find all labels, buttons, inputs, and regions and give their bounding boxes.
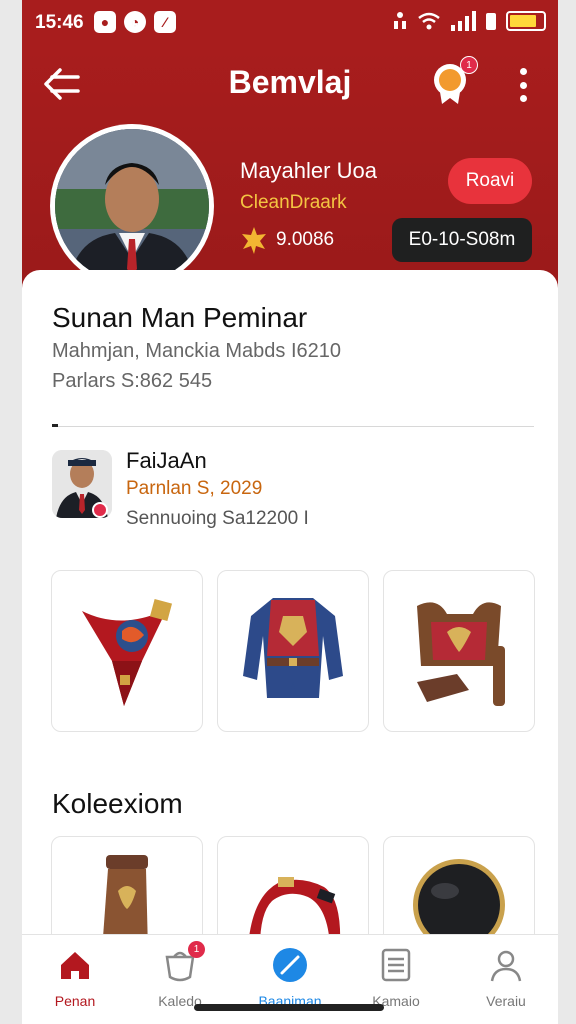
more-options-button[interactable]: [516, 68, 530, 102]
related-date: Parnlan S, 2029: [126, 478, 263, 499]
divider-mark: [52, 424, 58, 427]
coin-balance: 9.0086: [240, 226, 334, 254]
user-name: Mayahler Uoa: [240, 158, 377, 183]
online-status-badge: [92, 502, 108, 518]
item-subtitle: Mahmjan, Manckia Mabds I6210: [52, 340, 342, 362]
user-handle: CleanDraark: [240, 192, 347, 213]
avatar-image: [55, 129, 209, 283]
nav-bag-badge: 1: [188, 941, 205, 958]
status-notification-icons: ● ◔ ⁄: [94, 11, 176, 33]
item-tile-leather-armor[interactable]: [383, 570, 535, 732]
achievement-button[interactable]: 1: [430, 56, 478, 106]
flag-notification-icon: ⁄: [154, 11, 176, 33]
more-dot-icon: [519, 95, 527, 102]
profile-avatar[interactable]: [50, 124, 214, 288]
app-title: Bemvlaj: [228, 64, 352, 100]
item-tile-armor-jacket[interactable]: [217, 570, 369, 732]
signal-icon: [451, 11, 476, 31]
profile-header: Bemvlaj 1 Mayahler Uoa CleanDraark 9.008…: [22, 46, 558, 296]
leather-armor-icon: [417, 602, 505, 706]
shield-icon: [413, 859, 505, 945]
related-name[interactable]: FaiJaAn: [126, 448, 207, 474]
compass-icon: [273, 948, 307, 982]
wifi-icon: [418, 12, 440, 30]
star-burst-icon: [242, 227, 266, 254]
divider: [52, 426, 534, 427]
item-title: Sunan Man Peminar: [52, 302, 308, 333]
app-notification-icon: ●: [94, 11, 116, 33]
home-indicator[interactable]: [194, 1004, 384, 1011]
coin-amount: 9.0086: [276, 229, 335, 250]
related-info: Sennuoing Sa12200 I: [126, 508, 309, 529]
nav-label-profile: Veraiu: [486, 993, 526, 1009]
notification-badge: 1: [460, 56, 478, 74]
item-price: Parlars S:862 545: [52, 370, 213, 392]
home-icon: [61, 952, 89, 979]
status-system-icons: [392, 11, 546, 31]
person-portrait-icon: [55, 129, 209, 283]
clock-notification-icon: ◔: [124, 11, 146, 33]
armor-jacket-icon: [243, 598, 343, 698]
range-pill[interactable]: E0-10-S08m: [392, 218, 532, 262]
pennant-icon: [82, 598, 173, 706]
dots-icon: [394, 12, 406, 29]
status-bar: 15:46 ● ◔ ⁄: [22, 0, 558, 46]
phone-screen: 15:46 ● ◔ ⁄ Bemvlaj 1 Mayahler Uoa Clean…: [22, 0, 558, 1024]
profile-icon: [490, 950, 522, 982]
status-time: 15:46: [35, 12, 84, 33]
content-card: Sunan Man Peminar Mahmjan, Manckia Mabds…: [22, 270, 558, 970]
nav-label-home: Penan: [54, 993, 96, 1009]
item-tile-pennant[interactable]: [51, 570, 203, 732]
more-dot-icon: [519, 81, 527, 89]
nav-profile[interactable]: Veraiu: [456, 935, 556, 1024]
collection-title: Koleexiom: [52, 788, 183, 819]
sim-icon: [486, 13, 496, 30]
nav-home[interactable]: Penan: [25, 935, 125, 1024]
follow-button[interactable]: Roavi: [448, 158, 532, 204]
more-dot-icon: [519, 68, 527, 75]
list-icon: [381, 948, 411, 982]
battery-icon: [506, 11, 546, 31]
